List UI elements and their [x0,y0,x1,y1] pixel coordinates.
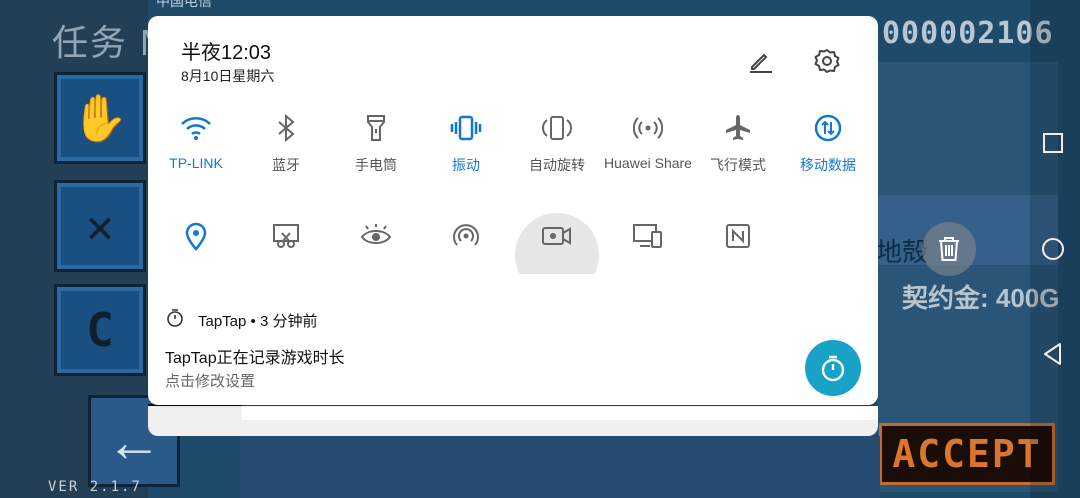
tile-screen-record[interactable] [512,216,602,256]
tile-flashlight[interactable]: 手电筒 [331,108,421,175]
tile-mobile-data[interactable]: 移动数据 [783,108,873,175]
bluetooth-icon [266,108,306,148]
hand-icon: ✋ [71,90,129,145]
vibrate-icon [446,108,486,148]
back-button[interactable] [1040,341,1066,367]
screen-record-icon [537,216,577,256]
panel-divider [148,274,878,294]
tile-bluetooth[interactable]: 蓝牙 [241,108,331,175]
tile-label: 蓝牙 [272,157,300,173]
c-tile[interactable]: C [54,284,146,376]
carrier-label: 中国电信 [156,0,212,9]
hotspot-icon [446,216,486,256]
tile-hotspot[interactable] [421,216,511,256]
home-icon [1042,238,1064,260]
recent-apps-icon [1043,133,1063,153]
hammer-tile[interactable]: ✕ [54,180,146,272]
rotate-icon [537,108,577,148]
notification-card[interactable]: TapTap • 3 分钟前 TapTap正在记录游戏时长 点击修改设置 [148,294,878,405]
tile-huawei-share[interactable]: Huawei Share [603,108,693,171]
version-label: VER 2.1.7 [48,479,142,495]
tile-wifi[interactable]: TP-LINK [151,108,241,171]
score-counter: 000002106 [882,16,1054,51]
gear-icon [814,49,840,73]
notification-subtitle: 点击修改设置 [165,373,256,390]
clear-all-button[interactable] [922,222,976,276]
notification-action-button[interactable] [805,340,861,396]
tile-label: 手电筒 [355,157,397,173]
timer-icon [821,355,845,382]
hammer-icon: ✕ [86,199,114,253]
nfc-icon [718,216,758,256]
edit-button[interactable] [745,46,775,76]
clock: 半夜12:03 [181,42,272,64]
date: 8月10日星期六 [181,68,275,84]
airplane-icon [718,108,758,148]
tile-label: 振动 [452,157,480,173]
tile-label: 飞行模式 [710,157,766,173]
quick-settings-panel: 半夜12:03 8月10日星期六 TP-LINK 蓝牙 手电筒 振动 自动旋转 … [148,16,878,297]
tile-label: TP-LINK [169,155,223,171]
multi-screen-icon [628,216,668,256]
tile-multi-screen[interactable] [603,216,693,256]
game-bottom-panel [240,436,880,498]
location-icon [176,216,216,256]
recent-apps-button[interactable] [1040,130,1066,156]
wifi-icon [176,108,216,148]
accept-button[interactable]: ACCEPT [879,423,1055,485]
trash-icon [939,237,959,261]
tile-airplane[interactable]: 飞行模式 [693,108,783,175]
hand-tile[interactable]: ✋ [54,72,146,164]
back-icon [1044,343,1061,365]
notification-title: TapTap正在记录游戏时长 [165,350,345,367]
notification-app-line: TapTap • 3 分钟前 [198,313,318,330]
tile-location[interactable] [151,216,241,256]
notification-stack-edge [242,406,878,420]
mobile-data-icon [808,108,848,148]
tile-label: 移动数据 [800,157,856,173]
screenshot-icon [266,216,306,256]
eye-comfort-icon [356,216,396,256]
tile-vibrate[interactable]: 振动 [421,108,511,175]
shell-label: 地殻 [876,237,929,267]
flashlight-icon [356,108,396,148]
c-icon: C [86,303,114,357]
edit-icon [750,53,772,73]
tile-eye-comfort[interactable] [331,216,421,256]
home-button[interactable] [1040,236,1066,262]
tile-nfc[interactable] [693,216,783,256]
tile-label: 自动旋转 [529,157,585,173]
huawei-share-icon [628,108,668,148]
tile-label: Huawei Share [604,155,692,171]
tile-auto-rotate[interactable]: 自动旋转 [512,108,602,175]
timer-small-icon [167,309,183,327]
tile-screenshot[interactable] [241,216,331,256]
settings-button[interactable] [812,46,842,76]
